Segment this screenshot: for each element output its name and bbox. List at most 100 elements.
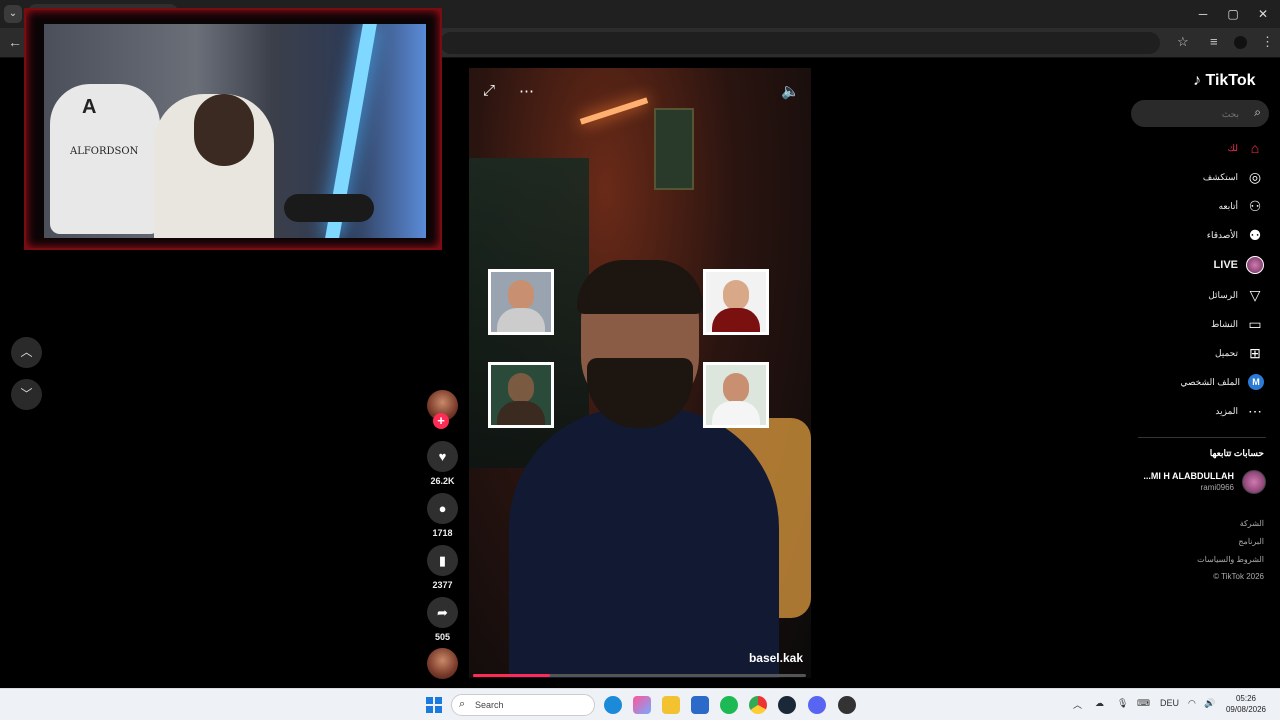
close-window-button[interactable]: ✕	[1253, 4, 1273, 24]
volume-icon[interactable]: 🔈	[781, 82, 800, 100]
sidebar-item-4[interactable]: ● LIVE	[1214, 254, 1264, 276]
maximize-button[interactable]: ▢	[1223, 4, 1243, 24]
more-options-icon[interactable]: ⋯	[519, 82, 534, 100]
taskbar-search[interactable]: ⌕ Search	[451, 694, 595, 716]
file-explorer-icon[interactable]	[662, 696, 680, 714]
edge-icon[interactable]	[604, 696, 622, 714]
bookmark-icon[interactable]: ▮	[427, 545, 458, 576]
sidebar-item-3[interactable]: ⚉ الأصدقاء	[1207, 224, 1264, 246]
search-box[interactable]: ⌕	[1131, 100, 1269, 127]
like-count: 26.2K	[430, 476, 455, 486]
video-poster	[654, 108, 694, 190]
sidebar-item-6[interactable]: ▭ النشاط	[1211, 313, 1264, 335]
send-icon: ▽	[1249, 286, 1261, 303]
obs-icon[interactable]	[838, 696, 856, 714]
profile-avatar[interactable]	[1234, 36, 1247, 49]
tray-language[interactable]: DEU	[1160, 698, 1179, 708]
back-arrow-icon[interactable]: ←	[8, 34, 22, 50]
comment-count: 1718	[432, 528, 453, 538]
video-progress-bar[interactable]	[473, 674, 806, 677]
more-icon: ⋯	[1248, 402, 1262, 419]
bookmark-count: 2377	[432, 580, 453, 590]
clock-date: 09/08/2026	[1225, 705, 1267, 714]
footer-company-link[interactable]: الشركة	[1240, 519, 1264, 528]
sidebar-item-0[interactable]: ⌂ لك	[1228, 137, 1264, 159]
tray-chevron-icon[interactable]: ︿	[1073, 698, 1082, 711]
sidebar-item-8[interactable]: M الملف الشخصي	[1180, 371, 1264, 393]
steam-icon[interactable]	[778, 696, 796, 714]
tray-wifi-icon[interactable]: ◠	[1188, 698, 1196, 709]
browser-menu-icon[interactable]: ⋮	[1261, 34, 1274, 50]
previous-video-button[interactable]: ︿	[11, 337, 42, 368]
inset-portrait-3	[488, 362, 554, 428]
sidebar-item-7[interactable]: ⊞ تحميل	[1215, 342, 1264, 364]
taskbar-clock[interactable]: 05:26 09/08/2026	[1220, 693, 1272, 715]
following-accounts-title: حسابات تتابعها	[1209, 448, 1264, 458]
media-controls-icon[interactable]: ≡	[1210, 34, 1218, 49]
sidebar-item-label: الأصدقاء	[1206, 229, 1238, 240]
upload-icon: ⊞	[1249, 344, 1261, 361]
share-icon[interactable]: ➦	[427, 597, 458, 628]
webcam-feed: A ALFORDSON	[44, 24, 426, 238]
tiktok-logo[interactable]: ♪ TikTok	[1193, 72, 1256, 90]
clock-time: 05:26	[1235, 694, 1257, 703]
sidebar-item-label: استكشف	[1202, 171, 1238, 182]
sidebar-item-label: المزيد	[1215, 405, 1238, 416]
taskbar-search-icon: ⌕	[459, 698, 466, 710]
inset-portrait-1	[488, 269, 554, 335]
windows-taskbar: ⌕ Search ︿ ☁ 🎙 ⌨ DEU ◠ 🔊 05:26 09/08/202…	[0, 688, 1280, 720]
sidebar-item-label: الرسائل	[1208, 289, 1238, 300]
account-username: rami0966	[1200, 483, 1234, 492]
comment-icon[interactable]: ●	[427, 493, 458, 524]
tray-mic-icon[interactable]: 🎙	[1117, 698, 1128, 709]
copilot-icon[interactable]	[633, 696, 651, 714]
video-player[interactable]: ⤢ ⋯ 🔈 basel.kak	[469, 68, 811, 678]
taskbar-search-label: Search	[475, 700, 504, 710]
search-input[interactable]	[1139, 104, 1239, 123]
tiktok-logo-text: TikTok	[1205, 72, 1256, 89]
share-count: 505	[434, 632, 451, 642]
footer-terms-link[interactable]: الشروط والسياسات	[1197, 555, 1264, 564]
compass-icon: ◎	[1248, 168, 1262, 185]
streamer-head	[194, 94, 254, 166]
store-icon[interactable]	[691, 696, 709, 714]
followed-account[interactable]: ...MI H ALABDULLAH rami0966	[1138, 468, 1268, 498]
footer-program-link[interactable]: البرنامج	[1238, 537, 1264, 546]
profile-icon: M	[1248, 374, 1264, 390]
sidebar-item-1[interactable]: ◎ استكشف	[1203, 166, 1264, 188]
sidebar-item-label: LIVE	[1213, 259, 1238, 271]
discord-icon[interactable]	[808, 696, 826, 714]
account-name: ...MI H ALABDULLAH	[1143, 471, 1234, 481]
footer-copyright: © TikTok 2026	[1213, 572, 1264, 581]
microphone	[284, 194, 374, 222]
chair-text: ALFORDSON	[70, 146, 139, 157]
user-plus-icon: ⚇	[1248, 197, 1262, 214]
tray-volume-icon[interactable]: 🔊	[1204, 698, 1215, 709]
tray-keyboard-icon[interactable]: ⌨	[1137, 698, 1150, 709]
chrome-icon[interactable]	[749, 696, 767, 714]
tab-search-dropdown[interactable]: ⌄	[4, 5, 22, 23]
sidebar-divider	[1138, 437, 1266, 438]
inset-portrait-2	[703, 269, 769, 335]
search-icon[interactable]: ⌕	[1254, 105, 1261, 120]
sound-disc-avatar[interactable]	[427, 648, 458, 679]
sidebar-item-label: الملف الشخصي	[1180, 376, 1240, 387]
live-avatar-icon: ●	[1246, 256, 1264, 274]
windows-start-icon[interactable]	[426, 697, 442, 713]
sidebar-item-label: النشاط	[1210, 318, 1238, 329]
tray-network-icon[interactable]: ☁	[1095, 698, 1104, 709]
video-author-handle[interactable]: basel.kak	[749, 651, 803, 665]
sidebar-item-2[interactable]: ⚇ أتابعه	[1219, 195, 1264, 217]
sidebar-item-5[interactable]: ▽ الرسائل	[1208, 284, 1264, 306]
like-heart-icon[interactable]: ♥	[427, 441, 458, 472]
next-video-button[interactable]: ﹀	[11, 379, 42, 410]
minimize-button[interactable]: ─	[1193, 4, 1213, 24]
url-field[interactable]	[440, 32, 1160, 54]
spotify-icon[interactable]	[720, 696, 738, 714]
inset-portrait-4	[703, 362, 769, 428]
follow-plus-icon[interactable]: +	[433, 413, 449, 429]
expand-icon[interactable]: ⤢	[483, 82, 495, 99]
sidebar-item-9[interactable]: ⋯ المزيد	[1215, 400, 1264, 422]
account-avatar	[1242, 470, 1266, 494]
bookmark-star-icon[interactable]: ☆	[1177, 34, 1189, 50]
